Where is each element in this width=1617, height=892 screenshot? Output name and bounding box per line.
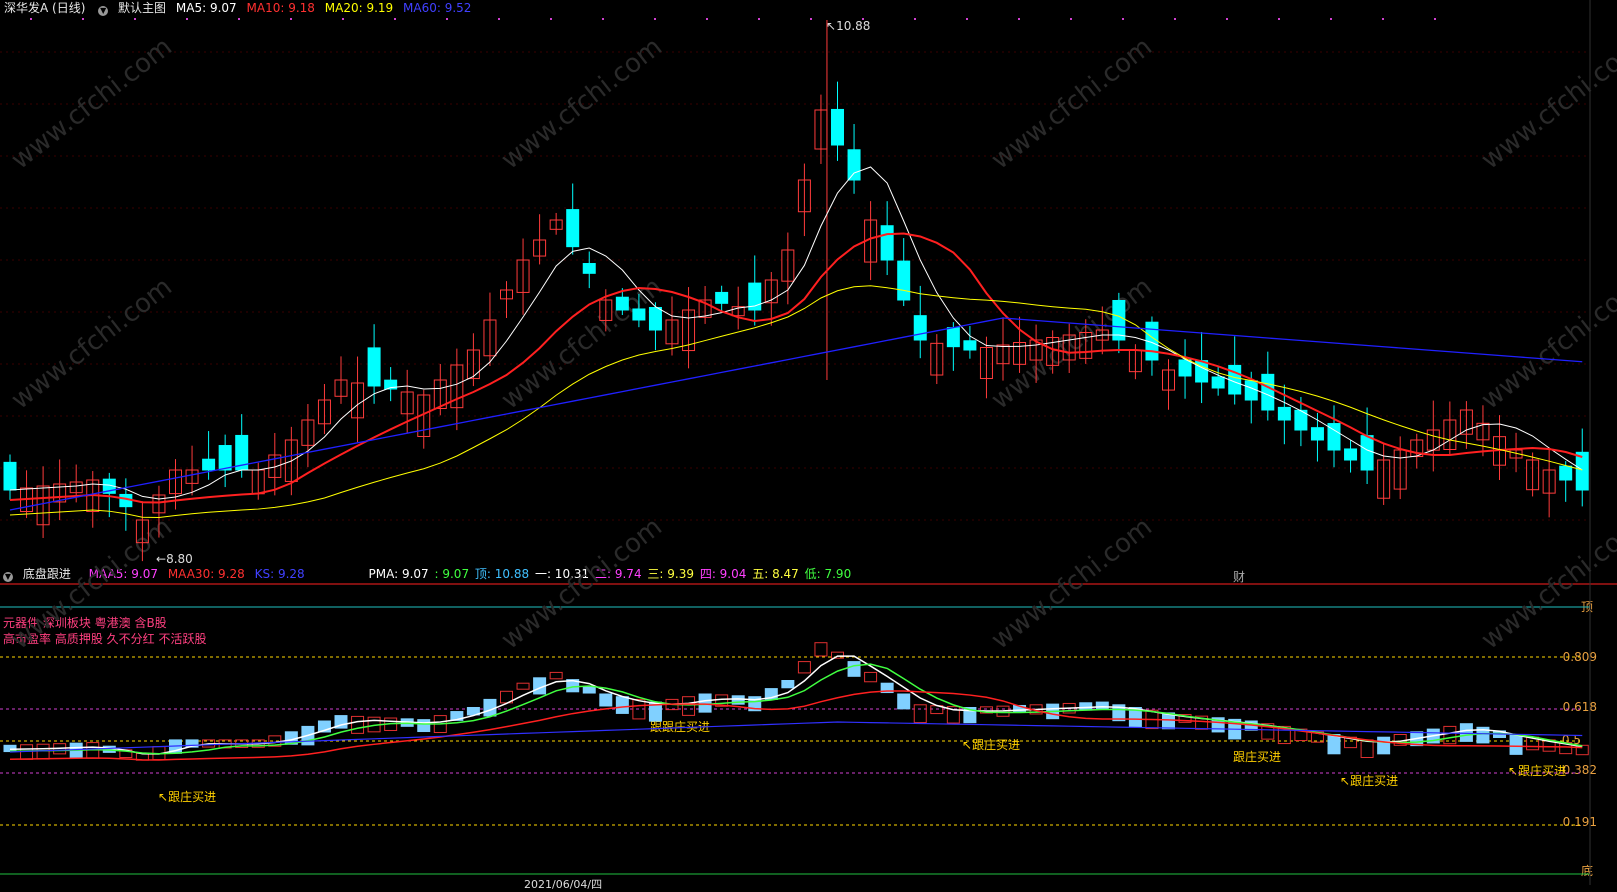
sub-block [1509,734,1523,755]
sub-block [698,693,712,713]
candle-body [648,306,662,331]
candle-body [3,461,17,491]
top-marker-dot [1382,18,1384,20]
sub-block [1377,736,1391,755]
top-marker-dot [1330,18,1332,20]
candle-body [831,108,844,146]
sub-block [36,743,50,760]
top-marker-dot [654,18,656,20]
watermark-text: www.cfchi.com [986,32,1158,176]
candle-body [1261,373,1275,411]
candle-body [913,315,927,341]
sub-block [599,693,613,707]
top-marker-dot [446,18,448,20]
candle-body [218,445,232,471]
candle-body [615,296,629,311]
candle-body [1344,448,1358,461]
sub-block [864,671,878,683]
top-marker-dot [550,18,552,20]
top-marker-dot [290,18,292,20]
sub-block [549,671,563,680]
candle-body [1559,465,1573,481]
candle-body [1244,380,1258,401]
chart-canvas[interactable]: www.cfchi.com www.cfchi.com www.cfchi.com w… [0,0,1617,885]
candle-body [1112,299,1126,341]
sub-block [814,642,828,657]
top-marker-dot [966,18,968,20]
top-marker-dot [862,18,864,20]
sub-block [847,661,861,677]
candle-body [847,149,861,181]
sub-block [351,715,365,734]
sub-block [417,719,431,733]
candle-body [715,291,729,304]
maa30-line [9,690,1583,761]
top-marker-dot [914,18,916,20]
watermark-text: www.cfchi.com [986,272,1158,416]
candle-body [367,347,381,387]
candle-body [1575,451,1589,491]
candle-body [1360,435,1374,471]
top-marker-dot [1226,18,1228,20]
top-marker-dot [758,18,760,20]
sub-block [1079,702,1093,711]
candle-body [897,260,911,301]
top-marker-dot [810,18,812,20]
sub-block [615,696,629,714]
candle-body [566,209,580,248]
pma-line [9,655,1583,755]
sub-block [682,696,696,716]
top-marker-dot [82,18,84,20]
sub-block [797,661,811,674]
sub-block [582,686,596,694]
sub-block [1459,723,1473,742]
candle-body [963,340,977,351]
top-marker-dot [186,18,188,20]
sub-block [913,704,927,724]
top-marker-dot [134,18,136,20]
candle-body [1178,359,1192,377]
sub-block [1327,734,1341,755]
candle-body [1277,406,1291,421]
candle-body [1211,376,1225,389]
candle-body [880,225,894,261]
top-marker-dot [706,18,708,20]
top-marker-dot [394,18,396,20]
top-marker-dot [238,18,240,20]
top-marker-dot [1434,18,1436,20]
candle-body [946,327,960,348]
ma20-line [9,285,1583,519]
candle-body [632,308,646,321]
ma60-line [9,317,1583,511]
sub-block [781,680,795,689]
top-marker-dot [30,18,32,20]
candle-body [582,263,596,274]
watermark-text: www.cfchi.com [6,272,178,416]
top-marker-dot [602,18,604,20]
top-marker-dot [1070,18,1072,20]
top-marker-dot [498,18,500,20]
sub-block [1360,739,1374,759]
top-marker-dot [1174,18,1176,20]
candle-body [202,458,216,471]
top-marker-dot [1278,18,1280,20]
candle-body [1310,427,1324,441]
sub-block [897,693,911,710]
watermark-text: www.cfchi.com [1476,272,1617,416]
watermark-text: www.cfchi.com [1476,32,1617,176]
top-marker-dot [1018,18,1020,20]
top-marker-dot [1122,18,1124,20]
sub-block [516,682,530,690]
top-marker-dot [342,18,344,20]
